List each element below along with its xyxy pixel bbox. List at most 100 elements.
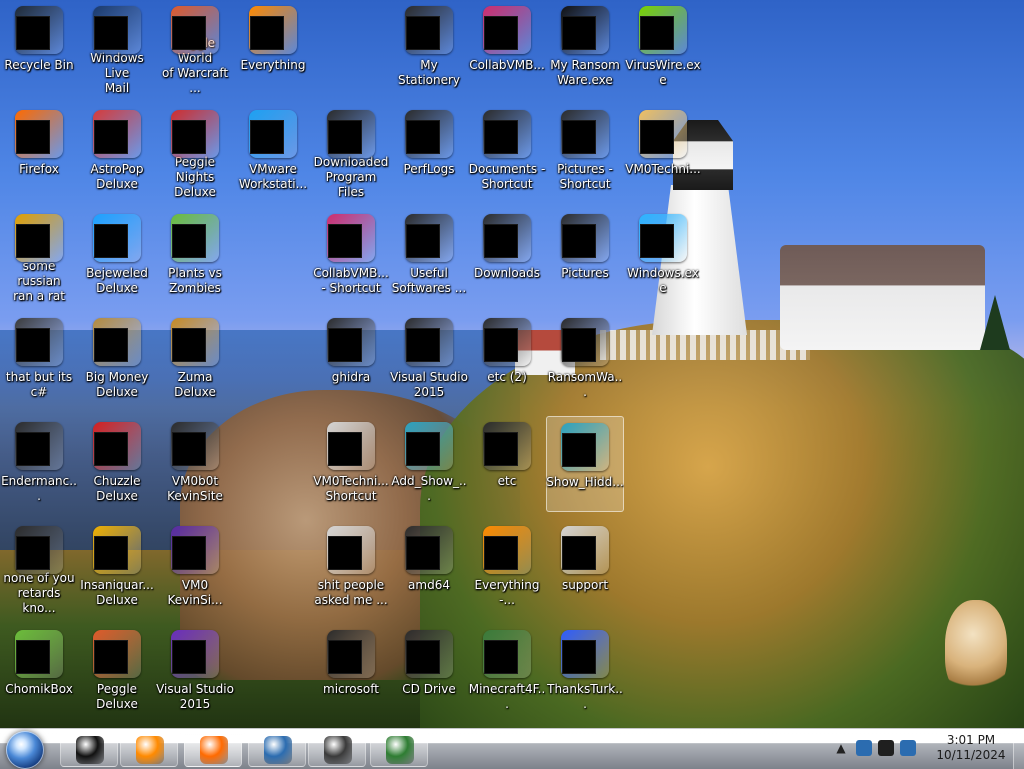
taskbar-firefox[interactable] (184, 731, 242, 767)
desktop-icon[interactable]: VM0Techni... (624, 104, 702, 200)
desktop-icon[interactable]: etc (468, 416, 546, 512)
desktop-icon[interactable]: some russian ran a rat (0, 208, 78, 304)
desktop-icon[interactable]: Peggle Nights Deluxe (156, 104, 234, 200)
desktop-icon[interactable]: CollabVMB... - Shortcut (312, 208, 390, 304)
desktop-icon[interactable]: none of you retards kno... (0, 520, 78, 616)
redaction-box (406, 536, 440, 570)
desktop-icon[interactable]: My Ransom Ware.exe (546, 0, 624, 96)
desktop-icon-image (15, 318, 63, 366)
desktop-icon[interactable]: Downloads (468, 208, 546, 304)
media-player-icon (136, 736, 164, 764)
show-hidden-icons[interactable]: ▲ (834, 741, 848, 755)
desktop-icon-image (483, 110, 531, 158)
desktop-icon[interactable]: Pictures - Shortcut (546, 104, 624, 200)
desktop-icon[interactable]: amd64 (390, 520, 468, 616)
desktop-icon[interactable]: Add_Show_... (390, 416, 468, 512)
desktop-icon[interactable]: Pictures (546, 208, 624, 304)
desktop-icon[interactable]: Bejeweled Deluxe (78, 208, 156, 304)
desktop-icon[interactable]: My Stationery (390, 0, 468, 96)
desktop-icon-image (327, 422, 375, 470)
desktop-icon[interactable]: Peggle World of Warcraft ... (156, 0, 234, 96)
taskbar-ransomware[interactable] (308, 731, 366, 767)
tray-icon-network[interactable] (856, 740, 872, 756)
desktop-icon[interactable]: Documents - Shortcut (468, 104, 546, 200)
desktop-icon[interactable]: Show_Hidd... (546, 416, 624, 512)
desktop-icon-label: Pictures (561, 266, 609, 280)
desktop-icon[interactable]: Visual Studio 2015 (156, 624, 234, 720)
desktop-icon[interactable]: Firefox (0, 104, 78, 200)
taskbar-network[interactable] (248, 731, 306, 767)
desktop-icon[interactable]: shit people asked me ... (312, 520, 390, 616)
desktop-icon[interactable]: ghidra (312, 312, 390, 408)
desktop-icon[interactable]: Windows.exe (624, 208, 702, 304)
taskbar-media-player[interactable] (120, 731, 178, 767)
desktop-icon[interactable]: RansomWa... (546, 312, 624, 408)
desktop-icon-image (93, 526, 141, 574)
desktop-icon-label: Downloads (474, 266, 540, 280)
desktop-icon[interactable]: Minecraft4F... (468, 624, 546, 720)
desktop-icon[interactable]: Visual Studio 2015 (390, 312, 468, 408)
desktop-icon[interactable]: VM0b0t KevinSite (156, 416, 234, 512)
desktop-icon-image (483, 6, 531, 54)
show-desktop-button[interactable] (1013, 729, 1024, 769)
tray-icon-display[interactable] (878, 740, 894, 756)
desktop-icon-image (405, 6, 453, 54)
desktop-icon[interactable]: PerfLogs (390, 104, 468, 200)
redaction-box (484, 16, 518, 50)
taskbar-file-explorer[interactable] (60, 731, 118, 767)
desktop-icon-label: shit people asked me ... (314, 578, 388, 607)
desktop-icon-label: Everything (240, 58, 306, 72)
tray-icon-volume[interactable] (900, 740, 916, 756)
desktop-icon[interactable]: ChomikBox (0, 624, 78, 720)
desktop-icon-image (639, 214, 687, 262)
desktop-icon-image (405, 526, 453, 574)
redaction-box (172, 224, 206, 258)
desktop-icon[interactable]: Insaniquar... Deluxe (78, 520, 156, 616)
redaction-box (94, 432, 128, 466)
desktop-icon-label: AstroPop Deluxe (90, 162, 144, 191)
desktop-icon[interactable]: VMware Workstati... (234, 104, 312, 200)
redaction-box (16, 536, 50, 570)
redaction-box (640, 120, 674, 154)
desktop-icon[interactable]: Big Money Deluxe (78, 312, 156, 408)
clock-date: 10/11/2024 (936, 748, 1006, 762)
desktop-icon[interactable]: VM0Techni... Shortcut (312, 416, 390, 512)
desktop-icon[interactable]: Recycle Bin (0, 0, 78, 96)
redaction-box (328, 328, 362, 362)
desktop-icon[interactable]: VirusWire.exe (624, 0, 702, 96)
desktop-icon[interactable]: Endermanc... (0, 416, 78, 512)
desktop-icon[interactable]: Useful Softwares ... (390, 208, 468, 304)
desktop-icon[interactable]: AstroPop Deluxe (78, 104, 156, 200)
desktop-icon[interactable]: Chuzzle Deluxe (78, 416, 156, 512)
desktop-icon[interactable]: CD Drive (390, 624, 468, 720)
desktop-icon[interactable]: Everything -... (468, 520, 546, 616)
desktop-icon-image (327, 318, 375, 366)
desktop-icon[interactable]: microsoft (312, 624, 390, 720)
desktop-icon[interactable]: etc (2) (468, 312, 546, 408)
desktop-icon[interactable]: VM0 KevinSi... (156, 520, 234, 616)
redaction-box (562, 120, 596, 154)
desktop-icon[interactable]: Zuma Deluxe (156, 312, 234, 408)
taskbar-window[interactable] (370, 731, 428, 767)
desktop-icon[interactable]: that but its c# (0, 312, 78, 408)
desktop-icon[interactable]: support (546, 520, 624, 616)
desktop-icon-image (561, 423, 609, 471)
desktop-icon-image (327, 526, 375, 574)
desktop-icon[interactable]: Peggle Deluxe (78, 624, 156, 720)
desktop-icon[interactable]: Windows Live Mail (78, 0, 156, 96)
desktop-icon-label: Visual Studio 2015 (156, 682, 234, 711)
desktop-icon[interactable]: ThanksTurk... (546, 624, 624, 720)
desktop-icon[interactable]: Downloaded Program Files (312, 104, 390, 200)
desktop-icon-label: Zuma Deluxe (174, 370, 216, 399)
clock[interactable]: 3:01 PM 10/11/2024 (936, 733, 1006, 763)
desktop-icon-image (93, 6, 141, 54)
desktop-icon[interactable]: CollabVMB... (468, 0, 546, 96)
desktop-icon-label: VMware Workstati... (238, 162, 308, 191)
start-button[interactable] (6, 731, 44, 769)
desktop-icon[interactable]: Plants vs Zombies (156, 208, 234, 304)
desktop-icon[interactable]: Everything (234, 0, 312, 96)
desktop-icon-label: CD Drive (402, 682, 456, 696)
redaction-box (562, 640, 596, 674)
desktop-icon-image (15, 526, 63, 574)
redaction-box (484, 432, 518, 466)
